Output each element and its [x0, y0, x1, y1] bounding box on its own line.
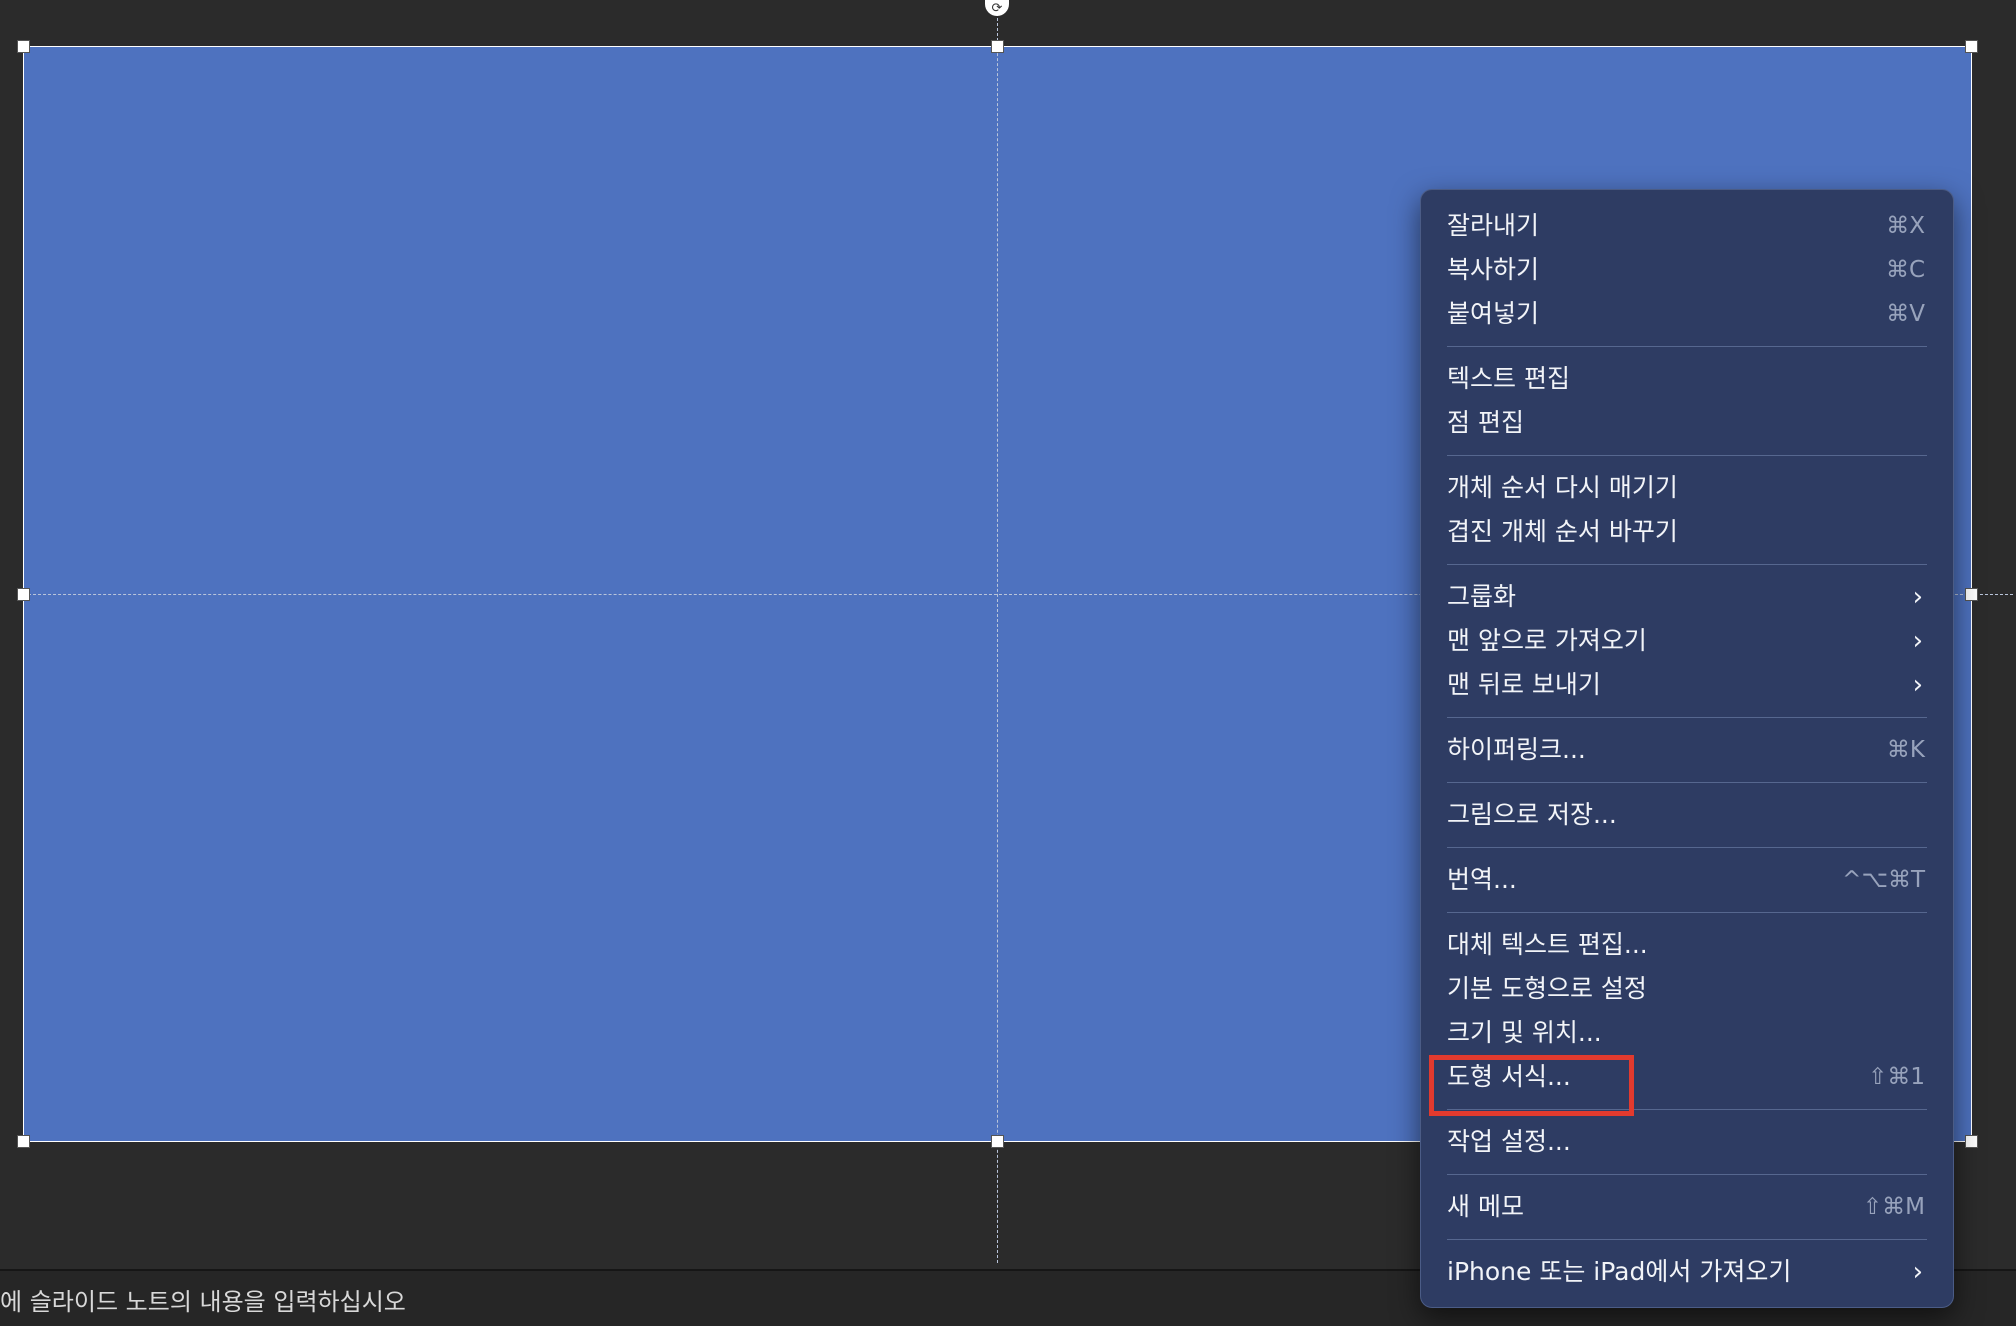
menu-item-shortcut: ⌘X — [1886, 213, 1925, 239]
menu-item[interactable]: 작업 설정... — [1447, 1120, 1927, 1164]
menu-item-label: 텍스트 편집 — [1447, 364, 1570, 393]
menu-item-label: 크기 및 위치... — [1447, 1018, 1602, 1047]
menu-item-label: 겹진 개체 순서 바꾸기 — [1447, 517, 1678, 546]
chevron-right-icon: › — [1912, 582, 1923, 612]
menu-item-label: 번역... — [1447, 865, 1517, 894]
menu-item-label: 복사하기 — [1447, 255, 1540, 284]
menu-item-label: 잘라내기 — [1447, 211, 1540, 240]
chevron-right-icon: › — [1912, 670, 1923, 700]
chevron-right-icon: › — [1912, 626, 1923, 656]
resize-handle-middle-right[interactable] — [1965, 588, 1978, 601]
resize-handle-bottom-right[interactable] — [1965, 1135, 1978, 1148]
menu-item[interactable]: 크기 및 위치... — [1447, 1011, 1927, 1055]
menu-item-label: 기본 도형으로 설정 — [1447, 974, 1647, 1003]
menu-item-label: iPhone 또는 iPad에서 가져오기 — [1447, 1257, 1792, 1286]
rotate-handle-icon[interactable]: ⟳ — [985, 0, 1009, 16]
menu-item-shortcut: ^⌥⌘T — [1842, 867, 1925, 893]
menu-item[interactable]: 점 편집 — [1447, 401, 1927, 445]
menu-item-label: 하이퍼링크... — [1447, 735, 1586, 764]
menu-separator — [1447, 346, 1927, 347]
menu-separator — [1447, 847, 1927, 848]
menu-item[interactable]: 그림으로 저장... — [1447, 793, 1927, 837]
menu-item-label: 작업 설정... — [1447, 1127, 1571, 1156]
context-menu: 잘라내기 ⌘X 복사하기 ⌘C 붙여넣기 ⌘V 텍스트 편집점 편집개체 순서 다시 매기기… — [1420, 189, 1954, 1308]
menu-item-shortcut: ⇧⌘1 — [1868, 1064, 1925, 1090]
menu-item[interactable]: 그룹화 › — [1447, 575, 1927, 619]
resize-handle-middle-left[interactable] — [17, 588, 30, 601]
menu-separator — [1447, 717, 1927, 718]
menu-item-label: 맨 앞으로 가져오기 — [1447, 626, 1647, 655]
menu-item[interactable]: 번역... ^⌥⌘T — [1447, 858, 1927, 902]
menu-item-label: 맨 뒤로 보내기 — [1447, 670, 1601, 699]
menu-item[interactable]: 맨 앞으로 가져오기 › — [1447, 619, 1927, 663]
menu-item[interactable]: iPhone 또는 iPad에서 가져오기 › — [1447, 1250, 1927, 1294]
menu-separator — [1447, 1239, 1927, 1240]
menu-separator — [1447, 1174, 1927, 1175]
resize-handle-top-center[interactable] — [991, 40, 1004, 53]
menu-item-label: 새 메모 — [1447, 1192, 1524, 1221]
chevron-right-icon: › — [1912, 1257, 1923, 1287]
menu-item[interactable]: 붙여넣기 ⌘V — [1447, 292, 1927, 336]
menu-item-shortcut: ⇧⌘M — [1862, 1194, 1925, 1220]
menu-item-label: 그룹화 — [1447, 582, 1517, 611]
menu-item[interactable]: 겹진 개체 순서 바꾸기 — [1447, 510, 1927, 554]
menu-separator — [1447, 564, 1927, 565]
menu-item-label: 개체 순서 다시 매기기 — [1447, 473, 1678, 502]
notes-placeholder[interactable]: 에 슬라이드 노트의 내용을 입력하십시오 — [0, 1284, 406, 1320]
menu-item[interactable]: 새 메모 ⇧⌘M — [1447, 1185, 1927, 1229]
menu-item-label: 대체 텍스트 편집... — [1447, 930, 1648, 959]
menu-item[interactable]: 하이퍼링크... ⌘K — [1447, 728, 1927, 772]
menu-item-label: 붙여넣기 — [1447, 299, 1540, 328]
menu-item[interactable]: 개체 순서 다시 매기기 — [1447, 466, 1927, 510]
vertical-alignment-guide — [997, 8, 998, 1263]
menu-item[interactable]: 잘라내기 ⌘X — [1447, 204, 1927, 248]
menu-item[interactable]: 복사하기 ⌘C — [1447, 248, 1927, 292]
menu-item[interactable]: 대체 텍스트 편집... — [1447, 923, 1927, 967]
menu-item-shortcut: ⌘V — [1886, 301, 1925, 327]
resize-handle-bottom-left[interactable] — [17, 1135, 30, 1148]
resize-handle-bottom-center[interactable] — [991, 1135, 1004, 1148]
menu-item-shortcut: ⌘C — [1885, 257, 1925, 283]
menu-item-label: 점 편집 — [1447, 408, 1524, 437]
menu-item[interactable]: 기본 도형으로 설정 — [1447, 967, 1927, 1011]
menu-item[interactable]: 맨 뒤로 보내기 › — [1447, 663, 1927, 707]
menu-item[interactable]: 텍스트 편집 — [1447, 357, 1927, 401]
menu-separator — [1447, 912, 1927, 913]
menu-item-shortcut: ⌘K — [1886, 737, 1925, 763]
highlight-annotation-box — [1429, 1055, 1634, 1116]
menu-separator — [1447, 782, 1927, 783]
menu-item-label: 그림으로 저장... — [1447, 800, 1617, 829]
resize-handle-top-right[interactable] — [1965, 40, 1978, 53]
menu-separator — [1447, 455, 1927, 456]
resize-handle-top-left[interactable] — [17, 40, 30, 53]
